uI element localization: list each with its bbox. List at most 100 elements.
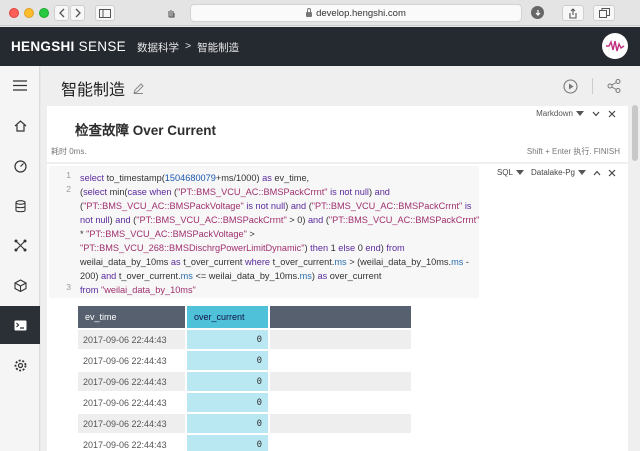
line-number: 2 [66,184,71,194]
gear-icon [14,359,26,371]
home-icon [14,120,26,132]
connection-select[interactable]: Datalake-Pg [531,168,586,177]
table-header: ev_time over_current [78,306,411,328]
browser-toolbar: develop.hengshi.com [0,0,640,26]
download-icon [535,9,540,16]
result-table: ev_time over_current 2017-09-06 22:44:43… [78,306,411,451]
markdown-cell-controls: Markdown [536,109,616,118]
page-title: 智能制造 [61,76,144,100]
terminal-icon [14,320,26,330]
table-row: 2017-09-06 22:44:43 0 [78,435,411,451]
table-cell: 0 [187,435,268,451]
line-gutter: 1 2 3 [49,166,77,298]
table-cell [270,414,411,433]
chevron-down-icon[interactable] [592,111,600,117]
table-cell [270,435,411,451]
table-cell: 2017-09-06 22:44:43 [78,351,185,370]
table-row: 2017-09-06 22:44:43 0 [78,393,411,412]
markdown-heading: 检查故障 Over Current [75,123,217,138]
sidebar-item-terminal[interactable] [0,306,40,344]
scrollbar-thumb[interactable] [632,105,638,161]
table-cell: 0 [187,351,268,370]
sidebar-icon [99,8,111,18]
back-button[interactable] [54,5,69,21]
chevron-right-icon [75,8,81,18]
sidebar-item-menu[interactable] [0,74,40,96]
gauge-icon [13,159,27,173]
close-icon[interactable] [608,110,616,118]
table-cell: 0 [187,372,268,391]
share-notebook-button[interactable] [606,78,622,94]
table-cell: 0 [187,393,268,412]
sql-code: select to_timestamp(1504680079+ms/1000) … [80,173,480,295]
downloads-button[interactable] [531,6,544,19]
sidebar-item-dashboard[interactable] [0,155,40,177]
language-select[interactable]: SQL [497,168,524,177]
caret-down-icon [576,111,584,116]
minimize-window-button[interactable] [24,8,34,18]
table-row: 2017-09-06 22:44:43 0 [78,414,411,433]
tabs-icon [598,8,610,18]
breadcrumb: 数据科学 > 智能制造 [137,40,239,55]
table-row: 2017-09-06 22:44:43 0 [78,351,411,370]
share-nodes-icon [607,79,621,93]
column-header-over-current[interactable]: over_current [187,306,268,328]
waveform-icon [606,40,625,52]
table-cell: 2017-09-06 22:44:43 [78,330,185,349]
address-bar[interactable]: develop.hengshi.com [190,4,522,22]
breadcrumb-separator: > [185,40,192,52]
breadcrumb-item-current: 智能制造 [197,42,240,54]
notebook-area: 智能制造 Markdown 检查故障 Over Current 耗时 0ms. … [41,66,640,451]
column-header-empty [270,306,411,328]
line-number: 1 [66,170,71,180]
table-cell: 2017-09-06 22:44:43 [78,435,185,451]
zoom-window-button[interactable] [39,8,49,18]
chevron-up-icon[interactable] [593,170,601,176]
sql-cell-controls: SQL Datalake-Pg [497,168,616,177]
database-icon [14,199,26,212]
line-number: 3 [66,282,71,292]
brand-logo[interactable]: HENGSHI SENSE [11,39,126,54]
close-icon[interactable] [608,169,616,177]
table-cell [270,393,411,412]
table-cell [270,351,411,370]
elapsed-time: 耗时 0ms. [51,147,87,156]
app-header: HENGSHI SENSE 数据科学 > 智能制造 [0,27,640,66]
table-cell: 2017-09-06 22:44:43 [78,372,185,391]
tabs-overview-button[interactable] [593,5,615,21]
sidebar-item-package[interactable] [0,274,40,296]
cube-icon [13,278,27,292]
edit-icon[interactable] [133,82,144,94]
hand-icon [168,10,175,18]
sidebar-item-home[interactable] [0,115,40,137]
extension-button[interactable] [163,5,179,21]
table-row: 2017-09-06 22:44:43 0 [78,330,411,349]
caret-down-icon [515,170,524,175]
share-button[interactable] [562,5,584,21]
sidebar [0,66,40,451]
table-cell: 2017-09-06 22:44:43 [78,393,185,412]
share-icon [569,7,577,19]
play-circle-icon [562,78,578,94]
forward-button[interactable] [70,5,85,21]
sql-editor[interactable]: 1 2 3 select to_timestamp(1504680079+ms/… [49,166,479,298]
column-header-ev-time[interactable]: ev_time [78,306,185,328]
sidebar-item-settings[interactable] [0,354,40,376]
lock-icon [306,7,313,17]
sql-cell[interactable]: 1 2 3 select to_timestamp(1504680079+ms/… [47,164,628,451]
caret-down-icon [578,170,586,175]
close-window-button[interactable] [9,8,19,18]
network-icon [14,239,26,251]
toolbar-divider [592,78,593,94]
chevron-left-icon [58,8,64,18]
cell-status-bar: 耗时 0ms. Shift + Enter 执行. FINISH [47,142,628,158]
sidebar-item-model[interactable] [0,234,40,256]
table-cell: 2017-09-06 22:44:43 [78,414,185,433]
avatar[interactable] [602,33,628,59]
sidebar-item-data[interactable] [0,195,40,217]
sidebar-toggle-button[interactable] [95,5,115,21]
table-cell: 0 [187,330,268,349]
cell-type-select[interactable]: Markdown [536,109,584,118]
breadcrumb-item-data-science[interactable]: 数据科学 [137,40,179,55]
run-all-button[interactable] [562,78,578,94]
